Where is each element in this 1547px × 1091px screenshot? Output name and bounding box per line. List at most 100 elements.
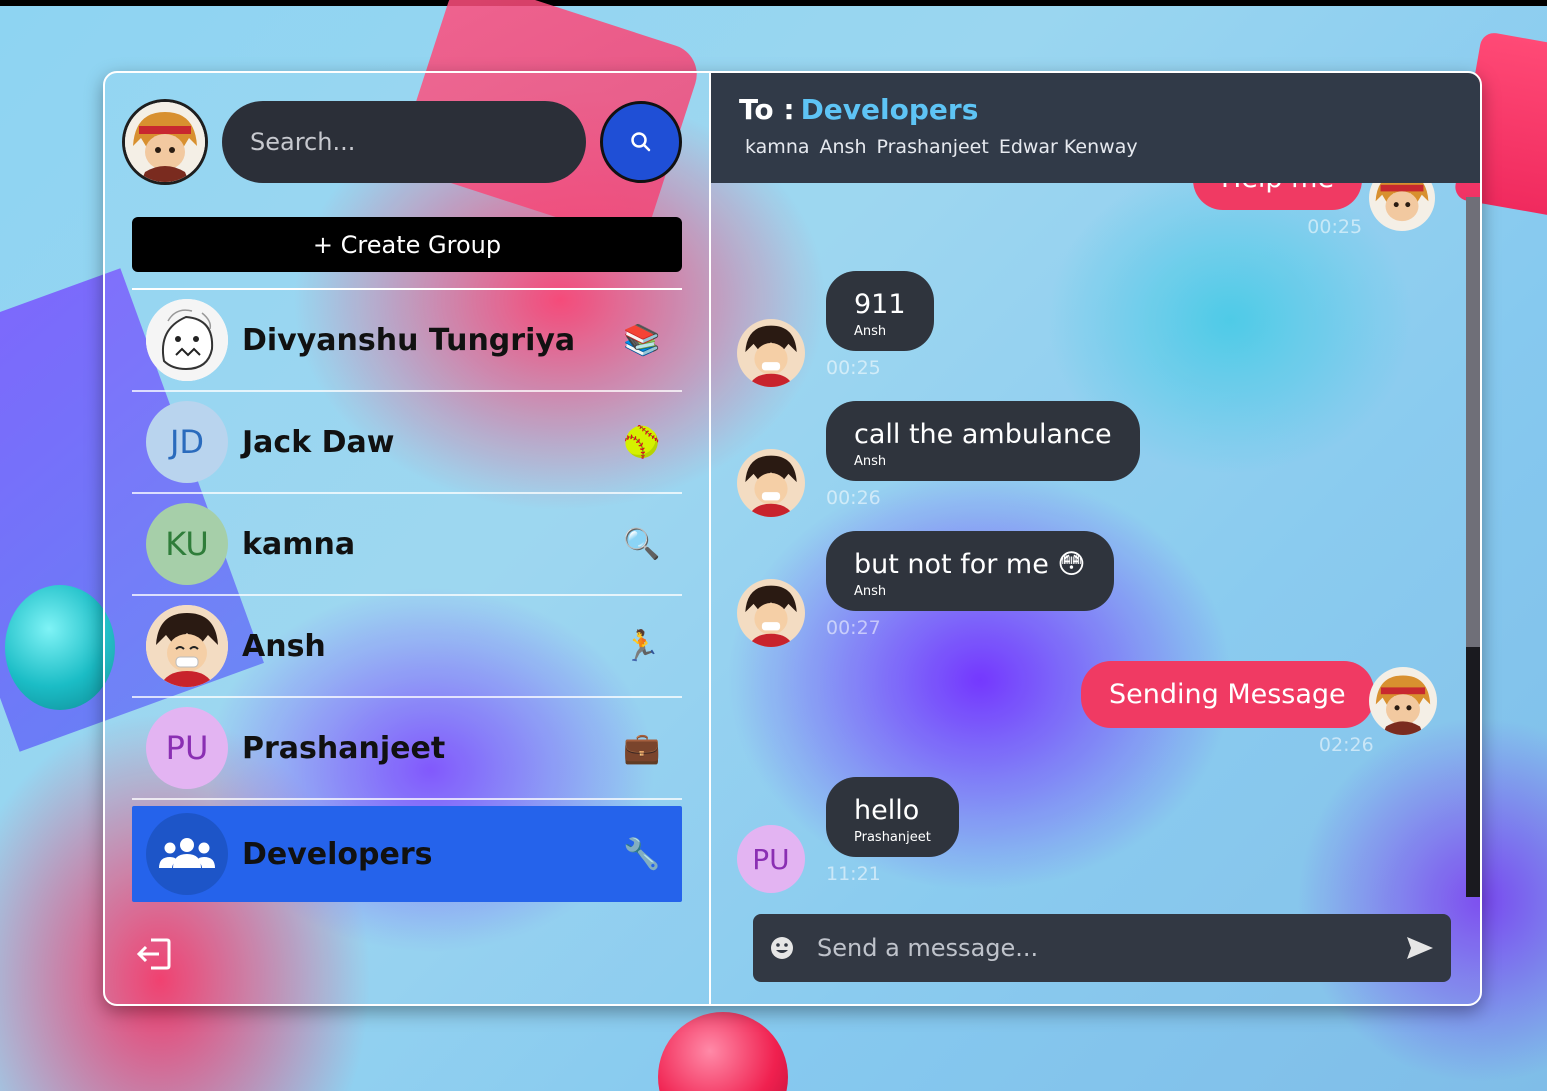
message-input[interactable] (795, 914, 1405, 982)
chat-name: Jack Daw (242, 424, 395, 460)
avatar: PU (146, 707, 228, 789)
member-list: kamna Ansh Prashanjeet Edwar Kenway (739, 136, 1452, 158)
message-bubble: but not for me 😳 Ansh (826, 531, 1114, 611)
top-edge (0, 0, 1547, 6)
chat-item-jack-daw[interactable]: JD Jack Daw 🥎 (132, 392, 682, 494)
message-time: 00:25 (1307, 216, 1363, 238)
emoji-icon[interactable] (769, 935, 795, 961)
chat-item-developers[interactable]: Developers 🔧 (132, 806, 682, 902)
decor-ball (5, 585, 115, 710)
chat-name: Prashanjeet (242, 730, 446, 766)
luffy-avatar-icon (737, 579, 805, 647)
briefcase-icon: 💼 (623, 730, 661, 766)
softball-icon: 🥎 (623, 424, 661, 460)
message-text: Sending Message (1109, 679, 1346, 710)
chat-name: Ansh (242, 628, 326, 664)
chat-item-kamna[interactable]: KU kamna 🔍 (132, 494, 682, 596)
group-icon (159, 838, 215, 868)
chat-header: To : Developers kamna Ansh Prashanjeet Ed… (711, 73, 1480, 183)
avatar (146, 605, 228, 687)
avatar-initials: PU (165, 729, 209, 767)
message-time: 00:26 (826, 487, 881, 509)
avatar: JD (146, 401, 228, 483)
wrench-icon: 🔧 (623, 836, 661, 872)
message-composer (753, 914, 1451, 982)
user-avatar[interactable] (122, 99, 208, 185)
member-name[interactable]: Prashanjeet (877, 136, 989, 158)
avatar (146, 813, 228, 895)
message-bubble: call the ambulance Ansh (826, 401, 1140, 481)
avatar (146, 299, 228, 381)
chat-name: kamna (242, 526, 356, 562)
logout-icon (136, 938, 171, 970)
message-incoming: but not for me 😳 Ansh 00:27 (826, 531, 1114, 639)
chat-name: Developers (242, 836, 433, 872)
message-incoming: 911 Ansh 00:25 (826, 271, 934, 379)
luffy-avatar-icon (737, 449, 805, 517)
group-name[interactable]: Developers (801, 93, 979, 126)
chat-item-divyanshu-tungriya[interactable]: Divyanshu Tungriya 📚 (132, 290, 682, 392)
member-name[interactable]: Ansh (820, 136, 867, 158)
message-text: but not for me 😳 (854, 549, 1086, 580)
sender-avatar: PU (737, 825, 805, 893)
search-icon (631, 132, 651, 152)
search-button[interactable] (600, 101, 682, 183)
scrollbar-thumb[interactable] (1466, 647, 1480, 897)
sender-avatar (737, 579, 805, 647)
member-name[interactable]: kamna (745, 136, 810, 158)
sidebar-top (122, 73, 682, 211)
message-text: Help me (1221, 183, 1334, 194)
send-icon[interactable] (1405, 935, 1435, 961)
sender-avatar (1369, 667, 1437, 735)
logout-button[interactable] (135, 934, 175, 974)
scrollbar[interactable] (1466, 197, 1480, 897)
anime-avatar-icon (1369, 667, 1437, 735)
message-time: 02:26 (1318, 734, 1374, 756)
message-list: Help me 00:25 (711, 183, 1480, 903)
message-time: 00:25 (826, 357, 881, 379)
message-incoming: hello Prashanjeet 11:21 (826, 777, 959, 885)
message-bubble: hello Prashanjeet (826, 777, 959, 857)
luffy-avatar-icon (737, 319, 805, 387)
message-sender: Ansh (854, 454, 887, 469)
message-text: call the ambulance (854, 419, 1112, 450)
search-input[interactable] (222, 101, 586, 183)
sender-avatar (737, 449, 805, 517)
message-time: 00:27 (826, 617, 881, 639)
luffy-avatar-icon (146, 605, 228, 687)
avatar: KU (146, 503, 228, 585)
anime-avatar-icon (1369, 183, 1435, 231)
recipient-line: To : Developers (739, 93, 1452, 126)
message-sender: Ansh (854, 324, 887, 339)
sender-avatar (1369, 183, 1435, 231)
message-outgoing: Sending Message 02:26 (1081, 661, 1374, 756)
message-time: 11:21 (826, 863, 881, 885)
message-sender: Prashanjeet (854, 830, 931, 845)
message-incoming: call the ambulance Ansh 00:26 (826, 401, 1140, 509)
message-text: 911 (854, 289, 906, 320)
magnifier-icon: 🔍 (623, 526, 661, 562)
chat-app-window: + Create Group Divyanshu Tungriya 📚 (103, 71, 1482, 1006)
avatar-initials: JD (169, 423, 205, 461)
avatar-initials: KU (165, 525, 209, 563)
message-bubble: Help me (1193, 183, 1363, 210)
sidebar: + Create Group Divyanshu Tungriya 📚 (105, 73, 711, 1004)
chat-item-ansh[interactable]: Ansh 🏃 (132, 596, 682, 698)
chat-item-prashanjeet[interactable]: PU Prashanjeet 💼 (132, 698, 682, 800)
avatar-initials: PU (752, 842, 790, 876)
create-group-button[interactable]: + Create Group (132, 217, 682, 272)
chat-panel: To : Developers kamna Ansh Prashanjeet Ed… (711, 73, 1480, 1004)
message-bubble: Sending Message (1081, 661, 1374, 728)
message-sender: Ansh (854, 584, 887, 599)
sender-avatar (737, 319, 805, 387)
chat-name: Divyanshu Tungriya (242, 322, 576, 358)
anime-avatar-icon (125, 102, 205, 182)
to-label: To : (739, 93, 795, 126)
message-text: hello (854, 795, 920, 826)
doodle-avatar-icon (146, 299, 228, 381)
decor-ball (658, 1012, 788, 1091)
message-outgoing: Help me 00:25 (1193, 183, 1363, 238)
message-bubble: 911 Ansh (826, 271, 934, 351)
runner-icon: 🏃 (623, 628, 661, 664)
member-name[interactable]: Edwar Kenway (999, 136, 1138, 158)
